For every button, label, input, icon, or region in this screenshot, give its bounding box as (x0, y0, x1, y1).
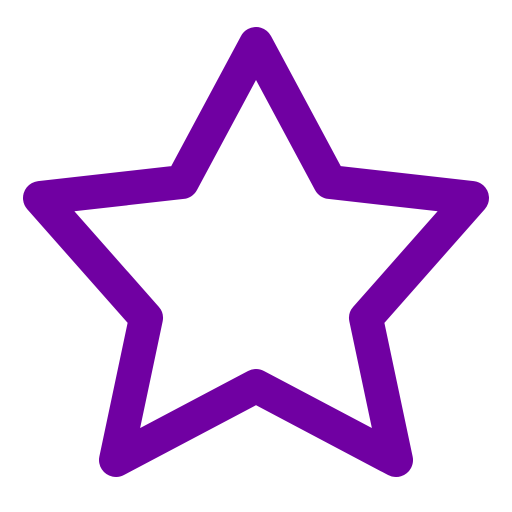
star-svg (23, 27, 489, 477)
icon-canvas (0, 0, 512, 512)
star-outline-shape (23, 27, 489, 477)
star-outline-icon (0, 0, 512, 512)
